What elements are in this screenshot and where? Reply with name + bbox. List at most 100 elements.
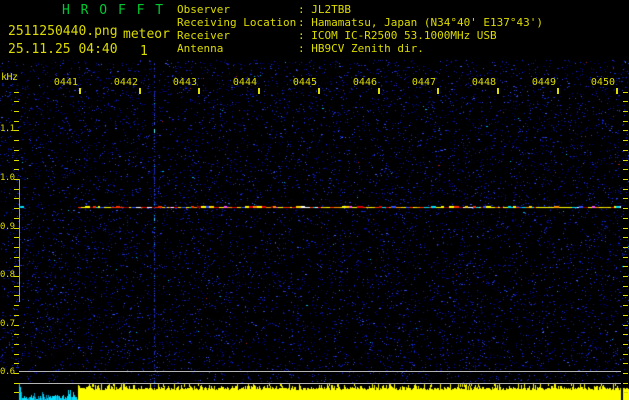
freq-tick-right	[623, 305, 628, 306]
time-tick-0447	[437, 88, 439, 94]
freq-tick-left	[14, 208, 19, 209]
freq-tick-left	[14, 150, 19, 151]
freq-tick-left	[14, 363, 19, 364]
freq-tick-left	[14, 315, 19, 316]
freq-tick-left	[14, 160, 19, 161]
freq-tick-right	[623, 111, 628, 112]
freq-tick-left	[14, 392, 19, 393]
output-filename: 2511250440.png	[8, 24, 118, 39]
y-axis-unit-label: kHz	[1, 72, 18, 83]
time-tick-0448	[497, 88, 499, 94]
freq-tick-left	[14, 286, 19, 287]
freq-tick-right	[623, 101, 628, 102]
freq-tick-right	[623, 208, 628, 209]
mode-label: meteor	[123, 27, 170, 42]
freq-tick-right	[623, 325, 628, 326]
freq-tick-left	[14, 218, 19, 219]
freq-tick-right	[623, 179, 628, 180]
freq-tick-right	[623, 150, 628, 151]
freq-tick-right	[623, 169, 628, 170]
freq-tick-right	[623, 198, 628, 199]
app-title: H R O F F T	[62, 3, 165, 18]
freq-tick-right	[623, 276, 628, 277]
time-label-0443: 0443	[172, 77, 197, 88]
freq-tick-right	[623, 92, 628, 93]
freq-tick-right	[623, 295, 628, 296]
freq-label-0.9: 0.9	[0, 222, 15, 232]
info-row-1: Receiving Location: Hamamatsu, Japan (N3…	[177, 16, 543, 29]
freq-tick-right	[623, 373, 628, 374]
freq-tick-left	[14, 247, 19, 248]
spectrogram-canvas	[0, 0, 629, 400]
info-label: Receiver	[177, 29, 230, 42]
freq-tick-right	[623, 392, 628, 393]
freq-tick-left	[14, 373, 19, 374]
time-tick-0444	[258, 88, 260, 94]
level-scale-vertical-line	[19, 179, 20, 302]
freq-tick-left	[14, 266, 19, 267]
freq-label-1.1: 1.1	[0, 124, 15, 134]
time-tick-0443	[198, 88, 200, 94]
freq-tick-left	[14, 276, 19, 277]
freq-tick-left	[14, 257, 19, 258]
info-row-3: Antenna : HB9CV Zenith dir.	[177, 42, 543, 55]
info-label: Antenna	[177, 42, 224, 55]
hrofft-spectrogram-screen: H R O F F T 2511250440.png meteor 25.11.…	[0, 0, 629, 400]
freq-tick-right	[623, 383, 628, 384]
freq-tick-right	[623, 286, 628, 287]
info-value: : Hamamatsu, Japan (N34°40' E137°43')	[298, 16, 544, 29]
time-label-0450: 0450	[590, 77, 615, 88]
freq-tick-left	[14, 140, 19, 141]
freq-tick-right	[623, 334, 628, 335]
time-tick-0446	[378, 88, 380, 94]
freq-tick-right	[623, 218, 628, 219]
freq-tick-left	[14, 92, 19, 93]
freq-tick-left	[14, 228, 19, 229]
time-tick-0445	[318, 88, 320, 94]
info-value: : HB9CV Zenith dir.	[298, 42, 424, 55]
meteor-count: 1	[140, 44, 148, 59]
time-label-0441: 0441	[53, 77, 78, 88]
info-value: : JL2TBB	[298, 3, 351, 16]
freq-tick-right	[623, 121, 628, 122]
freq-tick-right	[623, 344, 628, 345]
time-label-0447: 0447	[411, 77, 436, 88]
time-label-0448: 0448	[471, 77, 496, 88]
freq-label-0.7: 0.7	[0, 319, 15, 329]
freq-tick-right	[623, 315, 628, 316]
freq-tick-left	[14, 189, 19, 190]
freq-tick-left	[14, 179, 19, 180]
freq-tick-right	[623, 130, 628, 131]
freq-tick-right	[623, 257, 628, 258]
freq-tick-left	[14, 383, 19, 384]
freq-tick-right	[623, 228, 628, 229]
time-tick-0441	[79, 88, 81, 94]
time-label-0444: 0444	[232, 77, 257, 88]
freq-tick-left	[14, 101, 19, 102]
level-graph-upper-line	[19, 371, 621, 372]
freq-tick-right	[623, 189, 628, 190]
freq-tick-left	[14, 344, 19, 345]
freq-label-0.6: 0.6	[0, 367, 15, 377]
level-graph-lower-line	[19, 383, 621, 384]
time-label-0449: 0449	[531, 77, 556, 88]
info-row-0: Observer : JL2TBB	[177, 3, 543, 16]
freq-tick-left	[14, 305, 19, 306]
info-label: Observer	[177, 3, 230, 16]
info-value: : ICOM IC-R2500 53.1000MHz USB	[298, 29, 497, 42]
freq-tick-right	[623, 363, 628, 364]
time-label-0442: 0442	[113, 77, 138, 88]
freq-tick-right	[623, 354, 628, 355]
freq-tick-left	[14, 121, 19, 122]
info-row-2: Receiver : ICOM IC-R2500 53.1000MHz USB	[177, 29, 543, 42]
freq-label-0.8: 0.8	[0, 270, 15, 280]
freq-tick-right	[623, 247, 628, 248]
freq-tick-right	[623, 140, 628, 141]
freq-tick-left	[14, 198, 19, 199]
date-time: 25.11.25 04:40	[8, 42, 118, 57]
freq-tick-right	[623, 266, 628, 267]
freq-tick-left	[14, 354, 19, 355]
freq-tick-left	[14, 325, 19, 326]
time-tick-0442	[139, 88, 141, 94]
time-label-0446: 0446	[352, 77, 377, 88]
